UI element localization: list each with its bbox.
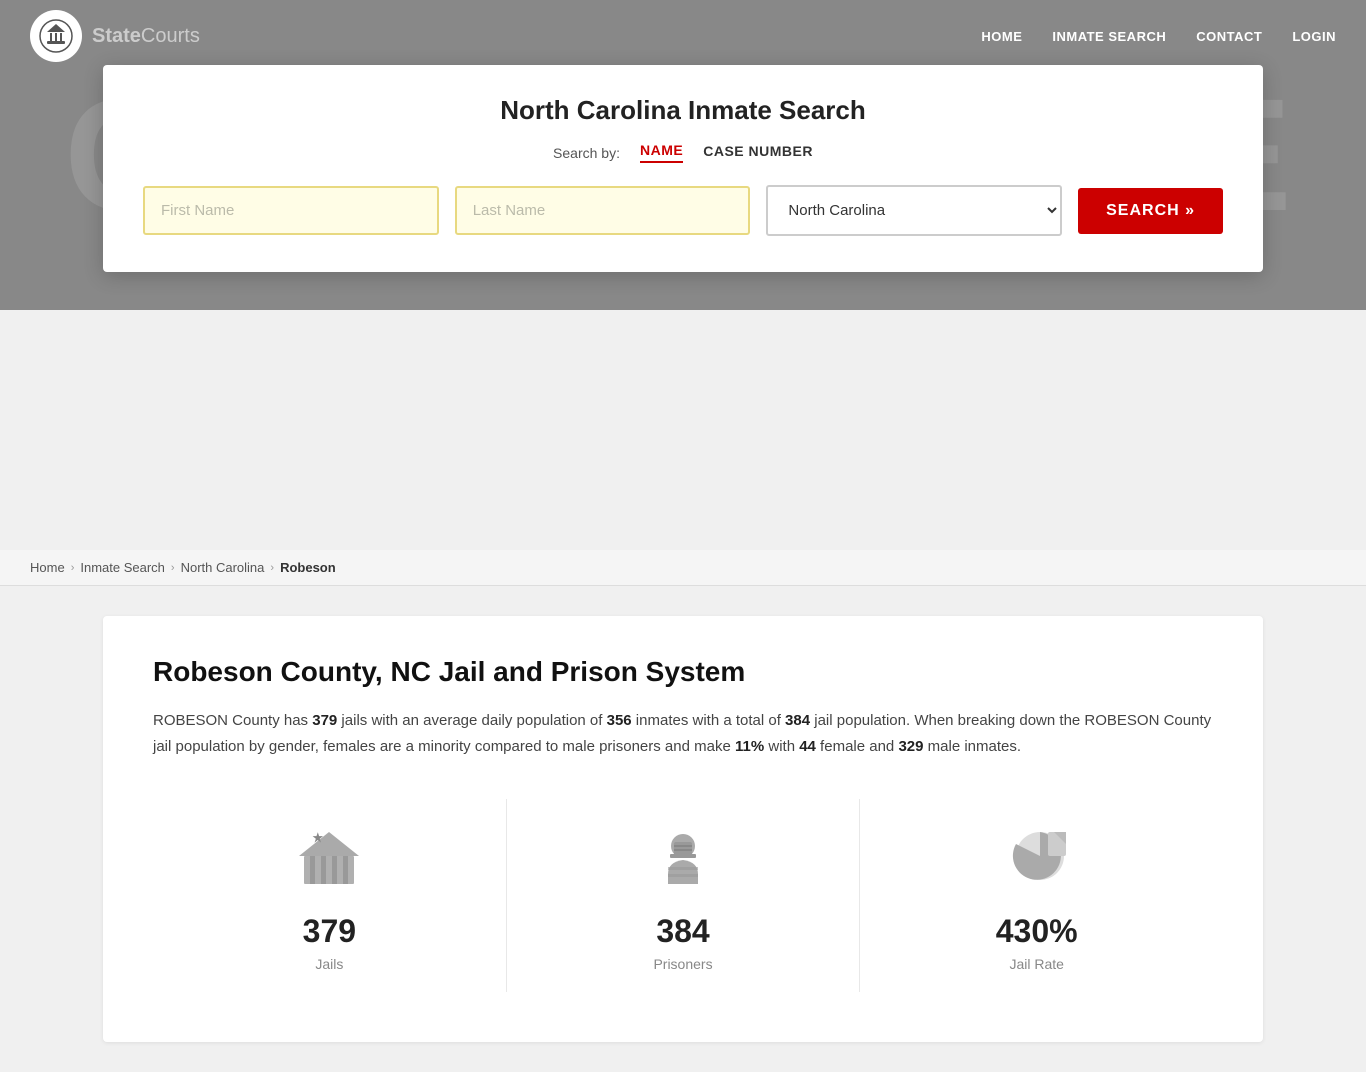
logo-text: StateCourts (92, 25, 200, 48)
first-name-input[interactable] (143, 186, 439, 235)
hero-section: COURTHOUSE StateCourts HOME INMATE SEARC… (0, 0, 1366, 310)
jail-rate-icon (997, 819, 1077, 899)
nav-inmate-search[interactable]: INMATE SEARCH (1052, 29, 1166, 44)
search-button[interactable]: SEARCH » (1078, 188, 1223, 234)
logo-icon (30, 10, 82, 62)
nav-contact[interactable]: CONTACT (1196, 29, 1262, 44)
logo-link[interactable]: StateCourts (30, 10, 200, 62)
search-by-label: Search by: (553, 145, 620, 161)
county-description: ROBESON County has 379 jails with an ave… (153, 708, 1213, 759)
main-content: Robeson County, NC Jail and Prison Syste… (83, 586, 1283, 1072)
breadcrumb-sep-2: › (171, 562, 175, 574)
jails-icon (289, 819, 369, 899)
search-card-title: North Carolina Inmate Search (143, 95, 1223, 126)
jail-rate-count: 430% (996, 913, 1078, 950)
breadcrumb-bar: Home › Inmate Search › North Carolina › … (0, 550, 1366, 586)
breadcrumb-sep-1: › (71, 562, 75, 574)
search-by-row: Search by: NAME CASE NUMBER (143, 142, 1223, 163)
nav-login[interactable]: LOGIN (1292, 29, 1336, 44)
content-card: Robeson County, NC Jail and Prison Syste… (103, 616, 1263, 1042)
navbar: StateCourts HOME INMATE SEARCH CONTACT L… (0, 0, 1366, 72)
breadcrumb-north-carolina[interactable]: North Carolina (181, 560, 265, 575)
breadcrumb-sep-3: › (270, 562, 274, 574)
prisoners-icon (643, 819, 723, 899)
nav-links: HOME INMATE SEARCH CONTACT LOGIN (981, 29, 1336, 44)
breadcrumb-home[interactable]: Home (30, 560, 65, 575)
breadcrumb: Home › Inmate Search › North Carolina › … (30, 560, 1336, 575)
tab-name[interactable]: NAME (640, 142, 683, 163)
last-name-input[interactable] (455, 186, 751, 235)
breadcrumb-current: Robeson (280, 560, 336, 575)
state-select[interactable]: North Carolina Alabama Alaska Arizona Ar… (766, 185, 1062, 236)
stats-row: 379 Jails (153, 799, 1213, 992)
stat-prisoners: 384 Prisoners (507, 799, 861, 992)
breadcrumb-inmate-search[interactable]: Inmate Search (80, 560, 165, 575)
prisoners-count: 384 (656, 913, 709, 950)
jails-label: Jails (315, 956, 343, 972)
search-inputs: North Carolina Alabama Alaska Arizona Ar… (143, 185, 1223, 236)
stat-jail-rate: 430% Jail Rate (860, 799, 1213, 992)
prisoners-label: Prisoners (653, 956, 712, 972)
search-card: North Carolina Inmate Search Search by: … (103, 65, 1263, 272)
nav-home[interactable]: HOME (981, 29, 1022, 44)
tab-case-number[interactable]: CASE NUMBER (703, 143, 813, 162)
stat-jails: 379 Jails (153, 799, 507, 992)
jails-count: 379 (303, 913, 356, 950)
jail-rate-label: Jail Rate (1009, 956, 1063, 972)
county-title: Robeson County, NC Jail and Prison Syste… (153, 656, 1213, 688)
